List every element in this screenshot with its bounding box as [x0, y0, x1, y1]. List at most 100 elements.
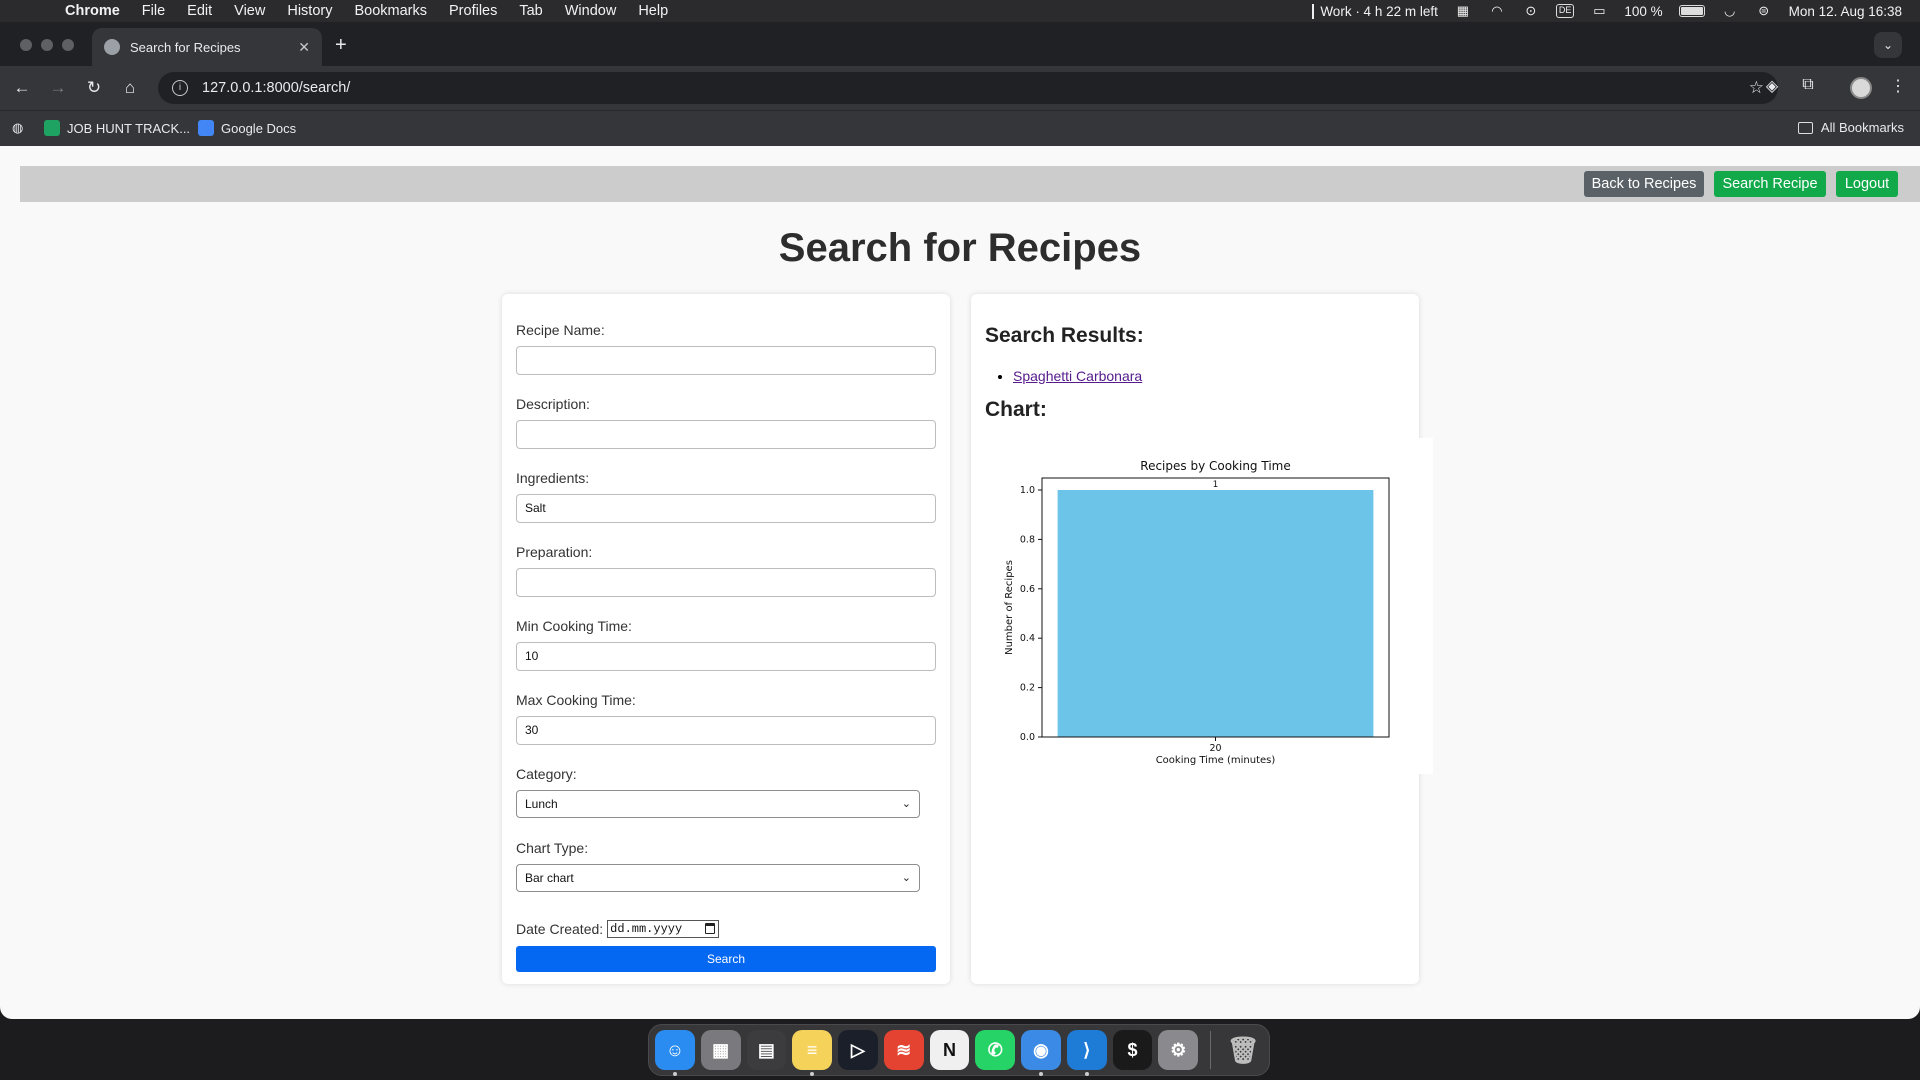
- search-recipe-button[interactable]: Search Recipe: [1714, 171, 1826, 197]
- extension-icon[interactable]: ◈: [1760, 76, 1784, 96]
- finder-icon[interactable]: ☺: [655, 1030, 695, 1076]
- bar-data-label: 1: [1213, 480, 1219, 490]
- minimize-window-button[interactable]: [41, 39, 53, 51]
- description-label: Description:: [516, 396, 590, 412]
- screen-mirror-icon[interactable]: ▭: [1590, 3, 1608, 18]
- recipe-name-input[interactable]: [516, 346, 936, 375]
- site-info-icon[interactable]: i: [172, 80, 188, 96]
- description-input[interactable]: [516, 420, 936, 449]
- hat-icon[interactable]: ◠: [1488, 3, 1506, 18]
- results-chart: Recipes by Cooking Time 1 20 0.0 0.2 0.4 0.6 0.…: [985, 438, 1433, 774]
- menu-file[interactable]: File: [131, 3, 176, 19]
- category-label: Category:: [516, 766, 577, 782]
- sheets-icon: [44, 120, 60, 136]
- site-nav: Back to Recipes Search Recipe Logout: [20, 166, 1920, 202]
- search-submit-button[interactable]: Search: [516, 946, 936, 972]
- chart-type-select[interactable]: Bar chart ⌄: [516, 864, 920, 892]
- category-select[interactable]: Lunch ⌄: [516, 790, 920, 818]
- vscode-icon[interactable]: ⟩: [1066, 1030, 1107, 1076]
- running-indicator: [1084, 1072, 1089, 1076]
- y-tick-label: 1.0: [1020, 485, 1035, 496]
- menu-app-name[interactable]: Chrome: [54, 3, 131, 19]
- apps-grid-icon[interactable]: ◍: [12, 120, 23, 136]
- ingredients-input[interactable]: Salt: [516, 494, 936, 523]
- chrome-icon[interactable]: ◉: [1021, 1030, 1061, 1076]
- play-circle-icon[interactable]: ⊙: [1522, 3, 1540, 18]
- menu-edit[interactable]: Edit: [176, 3, 223, 19]
- back-arrow-icon[interactable]: ←: [10, 76, 34, 100]
- control-center-icon[interactable]: ⊜: [1755, 3, 1773, 18]
- browser-toolbar: ← → ↻ ⌂ i 127.0.0.1:8000/search/ ☆ ◈ ⧉ ⋮: [0, 66, 1920, 110]
- back-to-recipes-button[interactable]: Back to Recipes: [1584, 171, 1704, 197]
- whatsapp-icon[interactable]: ✆: [975, 1030, 1016, 1070]
- menu-history[interactable]: History: [276, 3, 343, 19]
- min-cooking-time-label: Min Cooking Time:: [516, 618, 632, 634]
- tab-search-chevron-icon[interactable]: ⌄: [1874, 32, 1902, 58]
- bookmark-google-docs[interactable]: Google Docs: [198, 120, 296, 136]
- menu-tab[interactable]: Tab: [508, 3, 553, 19]
- battery-percent: 100 %: [1624, 3, 1663, 19]
- launchpad-icon[interactable]: ▦: [700, 1030, 741, 1070]
- menu-profiles[interactable]: Profiles: [438, 3, 508, 19]
- close-window-button[interactable]: [20, 39, 32, 51]
- max-cooking-time-label: Max Cooking Time:: [516, 692, 636, 708]
- y-tick-label: 0.8: [1020, 534, 1035, 545]
- preparation-input[interactable]: [516, 568, 936, 597]
- todoist-icon[interactable]: ≋: [883, 1030, 924, 1070]
- bookmark-label: JOB HUNT TRACK...: [67, 120, 191, 136]
- close-tab-icon[interactable]: ✕: [298, 39, 310, 56]
- address-bar[interactable]: i 127.0.0.1:8000/search/ ☆: [158, 72, 1778, 104]
- min-cooking-time-input[interactable]: 10: [516, 642, 936, 671]
- ingredients-label: Ingredients:: [516, 470, 590, 486]
- reload-icon[interactable]: ↻: [82, 76, 106, 100]
- chart-bar: [1057, 490, 1374, 737]
- home-icon[interactable]: ⌂: [118, 76, 142, 100]
- battery-icon[interactable]: [1678, 5, 1705, 17]
- results-list: Spaghetti Carbonara: [999, 368, 1142, 384]
- clock[interactable]: Mon 12. Aug 16:38: [1789, 4, 1902, 19]
- chevron-down-icon: ⌄: [901, 798, 911, 810]
- window-controls: [20, 39, 74, 51]
- settings-icon[interactable]: ⚙: [1158, 1030, 1199, 1070]
- profile-avatar[interactable]: [1850, 77, 1872, 99]
- puzzle-extensions-icon[interactable]: ⧉: [1796, 76, 1820, 94]
- list-item: Spaghetti Carbonara: [1013, 368, 1142, 384]
- kebab-menu-icon[interactable]: ⋮: [1886, 76, 1910, 96]
- tab-search-for-recipes[interactable]: Search for Recipes ✕: [92, 28, 322, 66]
- notion-icon[interactable]: N: [929, 1030, 970, 1070]
- wifi-icon[interactable]: ◡: [1721, 3, 1739, 18]
- trash-icon[interactable]: 🗑: [1223, 1030, 1263, 1070]
- keyboard-layout-badge[interactable]: DE: [1555, 4, 1575, 18]
- address-url[interactable]: 127.0.0.1:8000/search/: [202, 80, 350, 96]
- search-results-heading: Search Results:: [985, 324, 1144, 347]
- result-link[interactable]: Spaghetti Carbonara: [1013, 368, 1142, 384]
- date-created-label: Date Created:: [516, 921, 604, 937]
- zoom-window-button[interactable]: [62, 39, 74, 51]
- bookmarks-bar: ◍ JOB HUNT TRACK... Google Docs All Book…: [0, 110, 1920, 146]
- forward-arrow-icon[interactable]: →: [46, 76, 70, 100]
- menu-window[interactable]: Window: [554, 3, 628, 19]
- layout-grid-icon[interactable]: ▦: [1454, 3, 1472, 18]
- notes-icon[interactable]: ≡: [792, 1030, 833, 1076]
- x-tick-label: 20: [1209, 743, 1221, 754]
- logout-button[interactable]: Logout: [1836, 171, 1898, 197]
- work-timer[interactable]: Work · 4 h 22 m left: [1312, 3, 1438, 19]
- running-indicator: [810, 1072, 815, 1076]
- all-bookmarks[interactable]: All Bookmarks: [1797, 120, 1904, 135]
- bookmark-job-hunt[interactable]: JOB HUNT TRACK...: [44, 120, 190, 136]
- calendar-icon[interactable]: [705, 923, 716, 934]
- dock-separator: [1210, 1031, 1212, 1069]
- terminal-icon[interactable]: $: [1112, 1030, 1153, 1070]
- calculator-icon[interactable]: ▤: [746, 1030, 787, 1070]
- tab-title: Search for Recipes: [130, 39, 241, 55]
- x-axis-label: Cooking Time (minutes): [1156, 755, 1276, 766]
- max-cooking-time-input[interactable]: 30: [516, 716, 936, 745]
- date-created-input[interactable]: dd.mm.yyyy: [607, 920, 720, 938]
- menu-view[interactable]: View: [223, 3, 276, 19]
- menu-help[interactable]: Help: [627, 3, 679, 19]
- new-tab-plus-icon[interactable]: +: [335, 34, 347, 57]
- chart-type-selected-value: Bar chart: [525, 871, 574, 885]
- cursor-icon[interactable]: ▷: [838, 1030, 878, 1070]
- menu-bookmarks[interactable]: Bookmarks: [343, 3, 438, 19]
- y-axis-label: Number of Recipes: [1004, 560, 1015, 655]
